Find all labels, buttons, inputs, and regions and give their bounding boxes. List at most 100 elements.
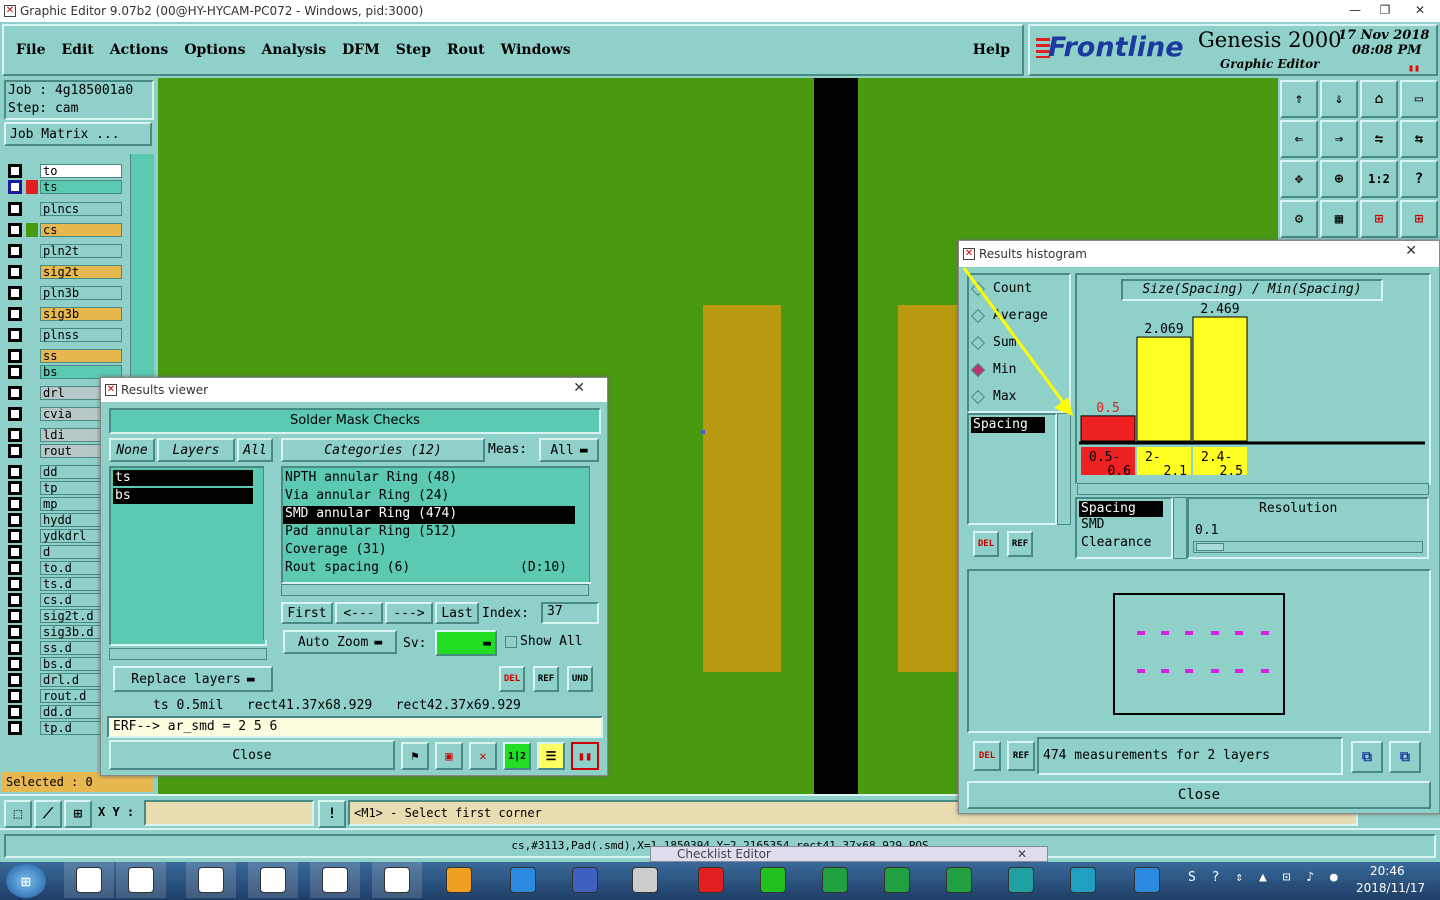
export-window-icon[interactable]: ⧉ bbox=[1351, 741, 1383, 773]
export-icon[interactable]: ▣ bbox=[435, 742, 463, 770]
none-button[interactable]: None bbox=[109, 438, 155, 462]
category-hscrollbar[interactable] bbox=[281, 584, 589, 596]
settings-icon[interactable]: ⚙ bbox=[1280, 200, 1318, 238]
histogram-close-icon[interactable]: ✕ bbox=[1405, 243, 1417, 259]
task-bird-icon[interactable] bbox=[1122, 862, 1172, 898]
layer-checkbox[interactable] bbox=[8, 244, 22, 258]
layer-checkbox[interactable] bbox=[8, 721, 22, 735]
undo-icon[interactable]: UND bbox=[567, 666, 593, 692]
layer-checkbox[interactable] bbox=[8, 497, 22, 511]
menu-step[interactable]: Step bbox=[396, 42, 431, 58]
last-button[interactable]: Last bbox=[435, 602, 479, 624]
layer-row-cs[interactable]: cs bbox=[8, 223, 122, 237]
task-genesis-3-icon[interactable] bbox=[186, 862, 236, 898]
sv-color-select[interactable]: ▬ bbox=[435, 630, 497, 656]
category-item[interactable]: Coverage (31) bbox=[283, 542, 575, 560]
menu-rout[interactable]: Rout bbox=[447, 42, 485, 58]
ref-icon[interactable]: REF bbox=[1007, 531, 1033, 557]
layer-checkbox[interactable] bbox=[8, 705, 22, 719]
home-view-icon[interactable]: ⌂ bbox=[1360, 80, 1398, 118]
menu-actions[interactable]: Actions bbox=[110, 42, 169, 58]
layer-row-to[interactable]: to bbox=[8, 164, 122, 178]
ref-icon[interactable]: REF bbox=[1007, 741, 1035, 771]
layer-row-sig2t[interactable]: sig2t bbox=[8, 265, 122, 279]
select-tool-icon[interactable]: ⬚ bbox=[4, 800, 32, 828]
del-icon[interactable]: DEL bbox=[973, 741, 1001, 771]
layer-row-ts[interactable]: ts bbox=[8, 180, 122, 194]
compare-icon[interactable]: 1|2 bbox=[503, 742, 531, 770]
layer-checkbox[interactable] bbox=[8, 202, 22, 216]
grid-icon[interactable]: ▦ bbox=[1320, 200, 1358, 238]
layer-row-pln2t[interactable]: pln2t bbox=[8, 244, 122, 258]
layer-checkbox[interactable] bbox=[8, 265, 22, 279]
layer-checkbox[interactable] bbox=[8, 481, 22, 495]
layer-checkbox[interactable] bbox=[8, 180, 22, 194]
layer-row-sig3b[interactable]: sig3b bbox=[8, 307, 122, 321]
task-fish-icon[interactable] bbox=[1058, 862, 1108, 898]
del-icon[interactable]: DEL bbox=[499, 666, 525, 692]
layer-name[interactable]: pln3b bbox=[40, 286, 122, 300]
layer-item-bs[interactable]: bs bbox=[113, 488, 253, 504]
category-item[interactable]: Pad annular Ring (512) bbox=[283, 524, 575, 542]
histogram-bar[interactable] bbox=[1080, 415, 1136, 442]
layer-checkbox[interactable] bbox=[8, 223, 22, 237]
task-eye-icon[interactable] bbox=[996, 862, 1046, 898]
task-shell-icon[interactable] bbox=[434, 862, 484, 898]
meas-select[interactable]: All ▬ bbox=[539, 438, 599, 462]
menu-dfm[interactable]: DFM bbox=[342, 42, 380, 58]
notes-icon[interactable]: ☰ bbox=[537, 742, 565, 770]
histogram-bar[interactable] bbox=[1136, 336, 1192, 442]
help-icon[interactable]: ? bbox=[1400, 160, 1438, 198]
window-zoom-icon[interactable]: ▭ bbox=[1400, 80, 1438, 118]
center-icon[interactable]: ⊕ bbox=[1320, 160, 1358, 198]
task-genesis-2-icon[interactable] bbox=[116, 862, 166, 898]
menu-edit[interactable]: Edit bbox=[61, 42, 93, 58]
layer-checkbox[interactable] bbox=[8, 428, 22, 442]
layer-name[interactable]: sig3b bbox=[40, 307, 122, 321]
task-save-icon[interactable] bbox=[560, 862, 610, 898]
replace-layers-select[interactable]: Replace layers ▬ bbox=[113, 666, 273, 692]
close-button[interactable]: ✕ bbox=[1400, 0, 1440, 20]
layer-checkbox[interactable] bbox=[8, 386, 22, 400]
task-editor-icon[interactable] bbox=[620, 862, 670, 898]
task-excel-1-icon[interactable] bbox=[810, 862, 860, 898]
layer-name[interactable]: ts bbox=[40, 180, 122, 194]
chart-hscrollbar[interactable] bbox=[1077, 483, 1429, 495]
layer-checkbox[interactable] bbox=[8, 444, 22, 458]
layer-row-plncs[interactable]: plncs bbox=[8, 202, 122, 216]
all-button[interactable]: All bbox=[237, 438, 273, 462]
start-button[interactable]: ⊞ bbox=[6, 864, 46, 898]
next-button[interactable]: ---> bbox=[385, 602, 433, 624]
category-item[interactable]: Rout spacing (6) (D:10) bbox=[283, 560, 575, 578]
layer-checkbox[interactable] bbox=[8, 529, 22, 543]
results-viewer-close-icon[interactable]: ✕ bbox=[573, 380, 585, 396]
import-window-icon[interactable]: ⧉ bbox=[1389, 741, 1421, 773]
layer-name[interactable]: to bbox=[40, 164, 122, 178]
task-frontline-icon[interactable] bbox=[686, 862, 736, 898]
category-item[interactable]: NPTH annular Ring (48) bbox=[283, 470, 575, 488]
layer-checkbox[interactable] bbox=[8, 625, 22, 639]
layer-checkbox[interactable] bbox=[8, 286, 22, 300]
pan-right-icon[interactable]: ⇒ bbox=[1320, 120, 1358, 158]
checklist-close-icon[interactable]: ✕ bbox=[1017, 847, 1027, 861]
categories-button[interactable]: Categories (12) bbox=[281, 438, 485, 462]
checklist-editor-tab[interactable]: Checklist Editor ✕ bbox=[650, 846, 1048, 862]
type-spacing[interactable]: Spacing bbox=[1079, 501, 1163, 517]
layer-checkbox[interactable] bbox=[8, 465, 22, 479]
task-genesis-5-icon[interactable] bbox=[310, 862, 360, 898]
pan-left-icon[interactable]: ⇐ bbox=[1280, 120, 1318, 158]
layer-checkbox[interactable] bbox=[8, 561, 22, 575]
layer-name[interactable]: plnss bbox=[40, 328, 122, 342]
index-input[interactable]: 37 bbox=[541, 602, 599, 624]
job-matrix-button[interactable]: Job Matrix ... bbox=[4, 122, 152, 146]
category-item[interactable]: SMD annular Ring (474) bbox=[283, 506, 575, 524]
task-excel-3-icon[interactable] bbox=[934, 862, 984, 898]
report-icon[interactable]: ⚑ bbox=[401, 742, 429, 770]
layer-checkbox[interactable] bbox=[8, 307, 22, 321]
task-genesis-1-icon[interactable] bbox=[64, 862, 114, 898]
layer-checkbox[interactable] bbox=[8, 641, 22, 655]
tray-icons[interactable]: S ? ⇕ ▲ ⊡ ♪ ● bbox=[1188, 870, 1342, 885]
layer-name[interactable]: sig2t bbox=[40, 265, 122, 279]
ref-icon[interactable]: REF bbox=[533, 666, 559, 692]
layer-row-plnss[interactable]: plnss bbox=[8, 328, 122, 342]
